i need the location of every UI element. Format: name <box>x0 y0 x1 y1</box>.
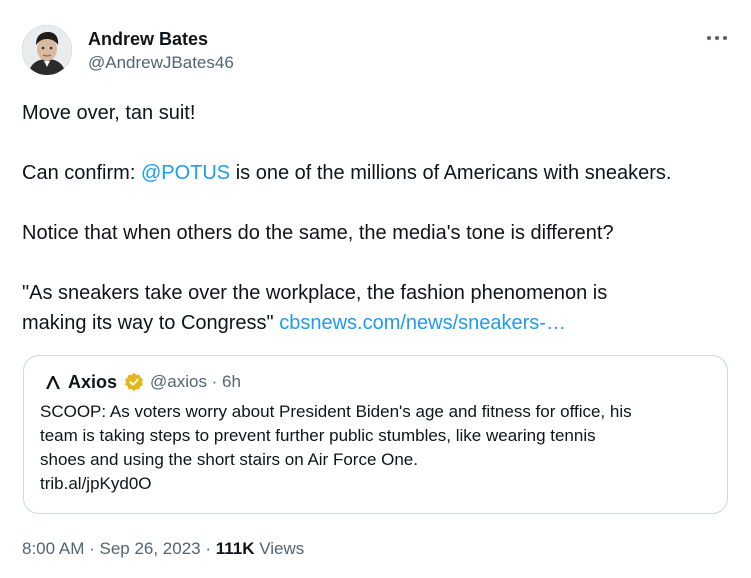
tweet-time[interactable]: 8:00 AM <box>22 539 84 558</box>
mention-link[interactable]: @POTUS <box>141 162 230 184</box>
quoted-text-line: SCOOP: As voters worry about President B… <box>40 402 632 421</box>
tweet-date[interactable]: Sep 26, 2023 <box>99 539 200 558</box>
quoted-short-link: trib.al/jpKyd0O <box>40 474 152 493</box>
article-link[interactable]: cbsnews.com/news/sneakers-… <box>279 312 566 334</box>
verified-badge-icon <box>125 372 143 392</box>
separator: · <box>200 539 216 558</box>
more-horizontal-icon <box>707 36 727 40</box>
tweet-text-segment: Can confirm: <box>22 162 141 184</box>
tweet-line: Can confirm: @POTUS is one of the millio… <box>22 158 737 188</box>
separator: · <box>84 539 100 558</box>
axios-logo-icon <box>46 376 60 389</box>
quoted-text-line: team is taking steps to prevent further … <box>40 426 596 445</box>
tweet-text-segment: making its way to Congress" <box>22 312 280 334</box>
author-avatar[interactable] <box>22 25 72 75</box>
more-options-button[interactable] <box>700 24 734 52</box>
quoted-text: SCOOP: As voters worry about President B… <box>40 400 720 496</box>
views-label: Views <box>254 539 305 558</box>
tweet-line: Notice that when others do the same, the… <box>22 222 614 244</box>
quoted-author-name: Axios <box>68 372 118 392</box>
tweet-card: Andrew Bates @AndrewJBates46 Move over, … <box>0 0 751 578</box>
tweet-text-segment: "As sneakers take over the workplace, th… <box>22 282 608 304</box>
quoted-tweet[interactable]: Axios @axios · 6h SCOOP: As voters worry… <box>23 355 728 514</box>
author-name[interactable]: Andrew Bates <box>88 28 208 50</box>
quoted-text-line: shoes and using the short stairs on Air … <box>40 450 418 469</box>
tweet-footer: 8:00 AM · Sep 26, 2023 · 111K Views <box>22 537 304 561</box>
tweet-line: "As sneakers take over the workplace, th… <box>22 278 737 338</box>
quoted-meta: @axios · 6h <box>150 372 241 391</box>
tweet-text: Move over, tan suit! Can confirm: @POTUS… <box>22 98 737 338</box>
tweet-line: Move over, tan suit! <box>22 102 196 124</box>
author-handle[interactable]: @AndrewJBates46 <box>88 52 234 74</box>
tweet-text-segment: is one of the millions of Americans with… <box>230 162 672 184</box>
views-count: 111K <box>215 539 255 558</box>
